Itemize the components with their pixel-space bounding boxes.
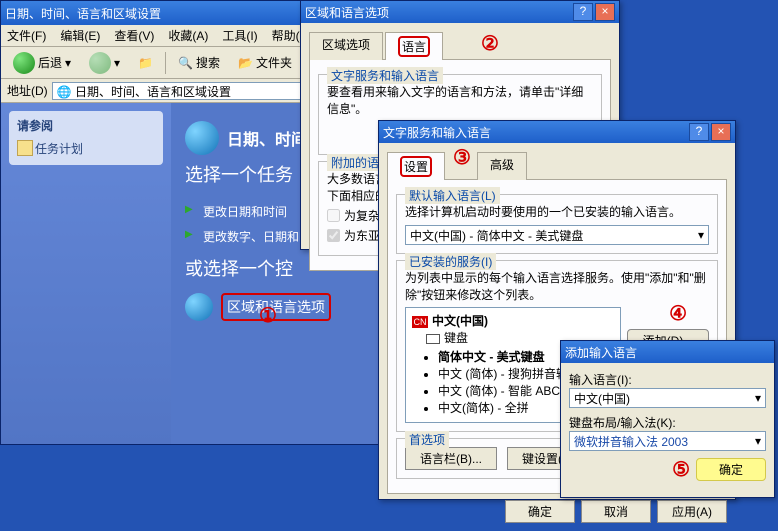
side-panel: 请参阅 任务计划 [1,103,171,444]
cn-flag-icon: CN [412,316,428,328]
tab-advanced[interactable]: 高级 [477,152,527,180]
group-text: 要查看用来输入文字的语言和方法，请单击"详细信息"。 [327,83,593,117]
menu-fav[interactable]: 收藏(A) [168,27,208,44]
tab-strip: 设置 ③ 高级 [387,151,727,180]
annotation-2: ② [481,31,499,59]
ok-button[interactable]: 确定 [505,500,575,523]
default-lang-combo[interactable]: 中文(中国) - 简体中文 - 美式键盘 [405,225,709,245]
dialog-title: 区域和语言选项 [305,4,389,21]
dialog-titlebar[interactable]: 添加输入语言 [561,341,774,363]
kb-layout-label: 键盘布局/输入法(K): [569,414,766,431]
tab-region[interactable]: 区域选项 [309,32,383,60]
dialog-titlebar[interactable]: 区域和语言选项 ? × [301,1,619,23]
see-also-box: 请参阅 任务计划 [9,111,163,165]
side-item-tasks[interactable]: 任务计划 [17,138,155,159]
language-bar-button[interactable]: 语言栏(B)... [405,447,497,470]
forward-icon [89,52,111,74]
up-button[interactable]: 📁 [132,53,159,73]
window-title: 日期、时间、语言和区域设置 [5,5,161,22]
dialog-title: 添加输入语言 [565,344,637,361]
tab-language[interactable]: 语言 [385,32,443,60]
annotation-4: ④ [669,301,687,326]
tab-strip: 区域选项 语言 ② [309,31,611,60]
help-button[interactable]: ? [689,123,709,141]
menu-view[interactable]: 查看(V) [114,27,154,44]
kb-layout-combo[interactable]: 微软拼音输入法 2003 [569,431,766,451]
dialog-title: 文字服务和输入语言 [383,124,491,141]
keyboard-icon [426,334,440,344]
tab-settings[interactable]: 设置 [387,152,445,180]
back-icon [13,52,35,74]
forward-button[interactable]: ▾ [83,49,126,77]
ok-button[interactable]: 确定 [696,458,766,481]
folders-button[interactable]: 📂 文件夹 [232,51,298,74]
menu-file[interactable]: 文件(F) [7,27,46,44]
apply-button[interactable]: 应用(A) [657,500,727,523]
default-lang-group: 默认输入语言(L) 选择计算机启动时要使用的一个已安装的输入语言。 中文(中国)… [396,194,718,254]
dialog-titlebar[interactable]: 文字服务和输入语言 ? × [379,121,735,143]
side-header: 请参阅 [17,117,155,134]
region-language-link[interactable]: 区域和语言选项 [221,293,331,321]
annotation-5: ⑤ [672,457,690,482]
input-lang-label: 输入语言(I): [569,371,766,388]
close-button[interactable]: × [595,3,615,21]
close-button[interactable]: × [711,123,731,141]
search-button[interactable]: 🔍 搜索 [172,51,226,74]
annotation-3: ③ [453,151,471,179]
cancel-button[interactable]: 取消 [581,500,651,523]
globe-icon [185,293,213,321]
menu-tools[interactable]: 工具(I) [222,27,257,44]
address-label: 地址(D) [7,82,48,99]
group-title: 文字服务和输入语言 [327,67,443,84]
back-button[interactable]: 后退 ▾ [7,49,77,77]
globe-icon [185,121,219,155]
input-lang-combo[interactable]: 中文(中国) [569,388,766,408]
help-button[interactable]: ? [573,3,593,21]
add-input-dialog: 添加输入语言 输入语言(I): 中文(中国) 键盘布局/输入法(K): 微软拼音… [560,340,775,498]
menu-edit[interactable]: 编辑(E) [60,27,100,44]
